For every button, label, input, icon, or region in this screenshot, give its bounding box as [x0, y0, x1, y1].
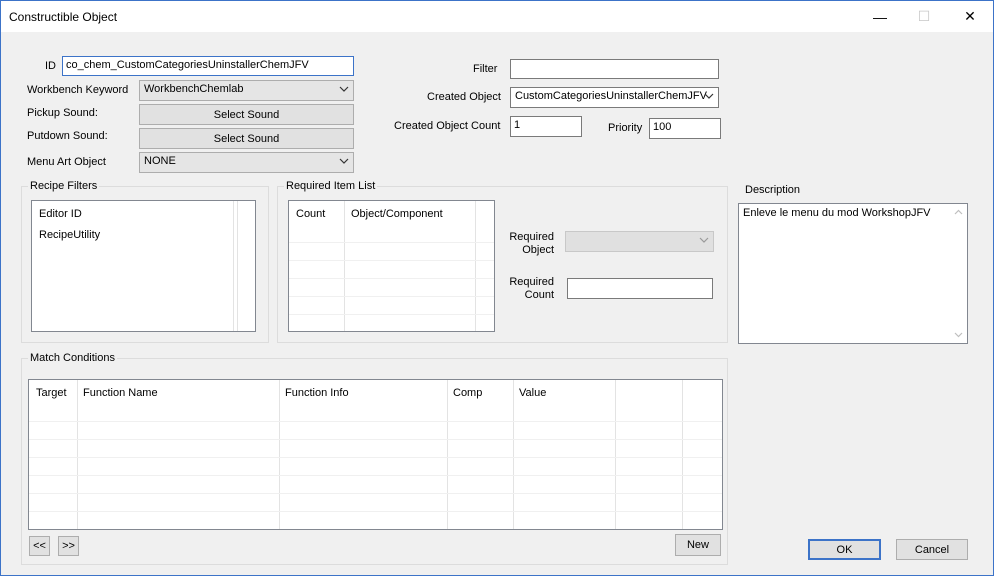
window-title: Constructible Object [9, 10, 118, 24]
filter-label: Filter [473, 63, 498, 75]
id-label: ID [45, 60, 56, 72]
row-divider [289, 296, 494, 297]
filter-input[interactable] [510, 59, 719, 79]
new-condition-button[interactable]: New [675, 534, 721, 556]
chevron-down-icon [704, 93, 714, 99]
list-item[interactable]: RecipeUtility [39, 229, 100, 241]
chevron-down-icon [339, 86, 349, 92]
menu-art-object-select[interactable]: NONE [139, 152, 354, 173]
row-divider [29, 511, 722, 512]
match-conditions-table[interactable]: Target Function Name Function Info Comp … [28, 379, 723, 530]
required-item-list[interactable]: Count Object/Component [288, 200, 495, 332]
menu-art-object-label: Menu Art Object [27, 156, 106, 168]
description-label: Description [745, 184, 801, 196]
created-object-select[interactable]: CustomCategoriesUninstallerChemJFV [510, 87, 719, 108]
recipe-filters-list[interactable]: Editor ID RecipeUtility [31, 200, 256, 332]
required-item-list-title: Required Item List [284, 180, 378, 192]
column-divider [513, 380, 514, 529]
pickup-sound-label: Pickup Sound: [27, 107, 98, 119]
required-count-label-line2: Count [524, 289, 554, 301]
title-bar: Constructible Object — ☐ ✕ [1, 1, 993, 32]
required-object-select [565, 231, 714, 252]
minimize-button[interactable]: — [857, 1, 903, 32]
priority-input[interactable]: 100 [649, 118, 721, 139]
priority-label: Priority [608, 122, 643, 134]
description-text: Enleve le menu du mod WorkshopJFV [743, 207, 931, 219]
workbench-keyword-select[interactable]: WorkbenchChemlab [139, 80, 354, 101]
menu-art-object-value: NONE [144, 155, 176, 167]
description-scrollbar[interactable] [950, 204, 967, 343]
constructible-object-dialog: Constructible Object — ☐ ✕ ID co_chem_Cu… [0, 0, 994, 576]
chevron-down-icon [339, 158, 349, 164]
column-divider [77, 380, 78, 529]
required-object-label-line1: Required [509, 231, 554, 243]
count-column-header[interactable]: Count [296, 208, 325, 220]
object-component-column-header[interactable]: Object/Component [351, 208, 443, 220]
putdown-select-sound-button[interactable]: Select Sound [139, 128, 354, 149]
column-divider [615, 380, 616, 529]
ok-button[interactable]: OK [808, 539, 881, 560]
column-divider [344, 201, 345, 331]
row-divider [29, 493, 722, 494]
row-divider [289, 278, 494, 279]
pickup-select-sound-button[interactable]: Select Sound [139, 104, 354, 125]
column-divider [233, 201, 234, 331]
editor-id-column-header[interactable]: Editor ID [39, 208, 82, 220]
required-count-label-line1: Required [509, 276, 554, 288]
match-conditions-title: Match Conditions [28, 352, 117, 364]
id-field[interactable]: co_chem_CustomCategoriesUninstallerChemJ… [62, 56, 354, 76]
previous-page-button[interactable]: << [29, 536, 50, 556]
row-divider [289, 260, 494, 261]
value-column-header[interactable]: Value [519, 387, 546, 399]
workbench-keyword-value: WorkbenchChemlab [144, 83, 244, 95]
description-textarea[interactable]: Enleve le menu du mod WorkshopJFV [738, 203, 968, 344]
required-count-input[interactable] [567, 278, 713, 299]
created-object-count-input[interactable]: 1 [510, 116, 582, 137]
row-divider [29, 457, 722, 458]
created-object-value: CustomCategoriesUninstallerChemJFV [515, 90, 707, 102]
required-object-label-line2: Object [522, 244, 554, 256]
row-divider [289, 314, 494, 315]
row-divider [29, 475, 722, 476]
cancel-button[interactable]: Cancel [896, 539, 968, 560]
row-divider [29, 439, 722, 440]
close-icon: ✕ [964, 8, 976, 24]
next-page-button[interactable]: >> [58, 536, 79, 556]
column-divider [682, 380, 683, 529]
minimize-icon: — [873, 8, 887, 25]
column-divider [475, 201, 476, 331]
row-divider [289, 242, 494, 243]
created-object-label: Created Object [427, 91, 501, 103]
close-button[interactable]: ✕ [947, 1, 993, 32]
scroll-up-icon[interactable] [954, 209, 963, 215]
column-divider [237, 201, 238, 331]
workbench-keyword-label: Workbench Keyword [27, 84, 129, 96]
column-divider [447, 380, 448, 529]
column-divider [279, 380, 280, 529]
function-name-column-header[interactable]: Function Name [83, 387, 158, 399]
scroll-down-icon[interactable] [954, 332, 963, 338]
comp-column-header[interactable]: Comp [453, 387, 482, 399]
putdown-sound-label: Putdown Sound: [27, 130, 108, 142]
function-info-column-header[interactable]: Function Info [285, 387, 349, 399]
created-object-count-label: Created Object Count [394, 120, 501, 132]
chevron-down-icon [699, 237, 709, 243]
row-divider [29, 421, 722, 422]
target-column-header[interactable]: Target [36, 387, 67, 399]
recipe-filters-title: Recipe Filters [28, 180, 100, 192]
maximize-button: ☐ [901, 1, 947, 32]
maximize-icon: ☐ [917, 8, 931, 24]
